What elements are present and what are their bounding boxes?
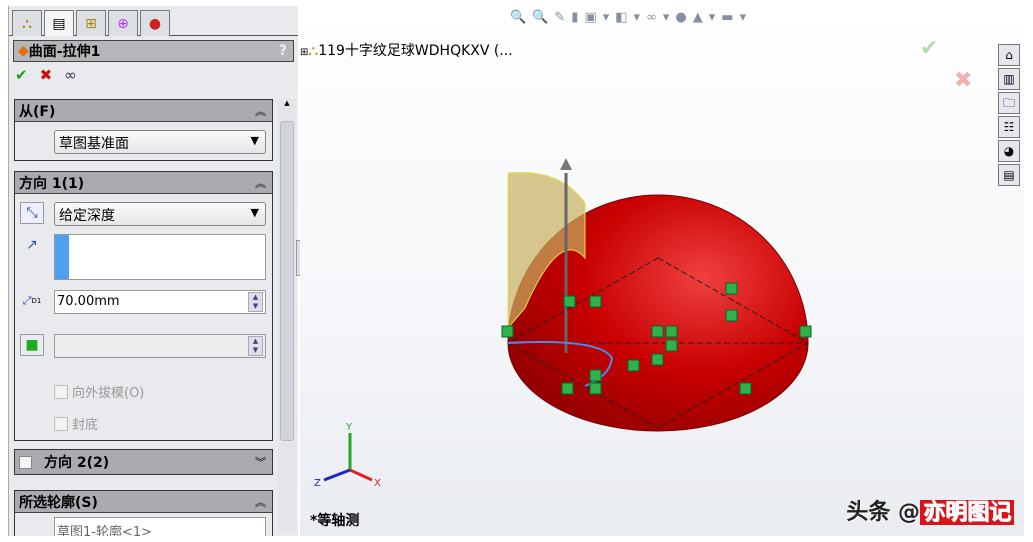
direction-arrow-icon: ↗ [26,237,38,253]
expand-chevron-icon[interactable]: ︾ [255,454,266,470]
draft-spinner[interactable]: ▲ ▼ [248,336,263,356]
preview-glasses-icon[interactable]: ∞ [64,66,77,84]
feature-tree-icon: ⛬ [22,15,32,32]
section-contours: 所选轮廓(S) ︽ 草图1-轮廓<1> [14,490,273,536]
surface-extrude-icon: ◆ [18,43,29,59]
depth-spinner[interactable]: ▲ ▼ [248,292,263,312]
depth-value: 70.00mm [57,294,120,309]
tab-display-manager[interactable]: ● [140,10,170,36]
from-value: 草图基准面 [59,136,129,152]
section-direction1-header: 方向 1(1) [19,175,85,192]
collapse-chevron-icon[interactable]: ︽ [255,103,266,119]
direction2-checkbox[interactable] [19,455,32,469]
feature-title: 曲面-拉伸1 [28,44,101,60]
end-condition-dropdown[interactable]: 给定深度 ▼ [54,202,266,226]
collapse-chevron-icon[interactable]: ︽ [255,494,266,510]
model-canvas: Y X Z [314,158,812,489]
property-icon: ▤ [52,15,66,32]
section-contours-header: 所选轮廓(S) [19,494,98,511]
feature-title-bar: ◆ 曲面-拉伸1 ? [13,40,294,62]
watermark-stamp: 亦明图记 [919,500,1014,525]
configuration-icon: ⊞ [85,15,97,32]
end-condition-value: 给定深度 [59,208,115,224]
watermark-prefix: 头条 @ [846,500,920,525]
tab-configuration-manager[interactable]: ⊞ [76,10,106,36]
ok-check-icon[interactable]: ✔ [15,66,28,84]
section-from: 从(F) ︽ 草图基准面 ▼ [14,99,273,161]
help-button[interactable]: ? [279,43,287,59]
contour-item: 草图1-轮廓<1> [57,525,153,536]
reverse-direction-icon[interactable]: ⤡ [20,202,44,224]
draft-outward-checkbox[interactable]: 向外拔模(O) [54,382,144,401]
scroll-thumb[interactable] [280,121,294,441]
axis-triad [323,433,373,482]
depth-dimension-icon: ⤢ D1 [22,294,42,307]
display-manager-icon: ● [148,15,162,32]
draft-icon[interactable]: ■ [20,334,44,356]
section-from-header: 从(F) [19,103,56,120]
cap-end-label: 封底 [72,418,99,433]
direction-vector-field[interactable] [54,234,266,280]
depth-input[interactable]: 70.00mm ▲ ▼ [54,290,266,314]
section-direction1: 方向 1(1) ︽ ⤡ 给定深度 ▼ ↗ ⤢ D1 70.00mm ▲ ▼ ■ ▲ ▼ 向外… [14,171,273,441]
draft-angle-input[interactable]: ▲ ▼ [54,334,266,358]
panel-scrollbar[interactable]: ▲ [278,99,296,531]
view-orientation-label: *等轴测 [310,513,360,529]
property-manager-panel: ⛬ ▤ ⊞ ⊕ ● ◆ 曲面-拉伸1 ? ✔ ✖ ∞ ▲ 从(F) ︽ 草图基准面… [8,6,298,536]
dropdown-arrow-icon: ▼ [250,206,259,219]
cap-end-checkbox[interactable]: 封底 [54,414,98,433]
draft-outward-label: 向外拔模(O) [72,386,145,401]
scroll-up-icon[interactable]: ▲ [278,99,296,107]
section-direction2: 方向 2(2) ︾ [14,449,273,475]
collapse-chevron-icon[interactable]: ︽ [255,175,266,191]
watermark: 头条 @ 亦明图记 [846,494,1014,526]
dropdown-arrow-icon: ▼ [250,134,259,147]
panel-tabs: ⛬ ▤ ⊞ ⊕ ● [9,6,298,36]
from-dropdown[interactable]: 草图基准面 ▼ [54,130,266,154]
contours-list[interactable]: 草图1-轮廓<1> [54,517,266,536]
extrude-arrow-head [560,158,572,170]
depth-icon-label: D1 [31,297,42,305]
axis-z-label: Z [314,478,321,489]
graphics-viewport[interactable]: 🔍🔍✎▮▣▾◧▾∞▾●▲▾▬▾ ⊞⛬119十字纹足球WDHQKXV (... ✔… [300,8,1024,536]
tab-dimxpert[interactable]: ⊕ [108,10,138,36]
dimxpert-icon: ⊕ [117,15,129,32]
axis-x-label: X [374,478,381,489]
tab-property-manager[interactable]: ▤ [44,10,74,36]
axis-y-label: Y [345,422,353,433]
section-direction2-header: 方向 2(2) [44,455,110,471]
cancel-x-icon[interactable]: ✖ [40,66,53,84]
tab-feature-manager[interactable]: ⛬ [12,10,42,36]
